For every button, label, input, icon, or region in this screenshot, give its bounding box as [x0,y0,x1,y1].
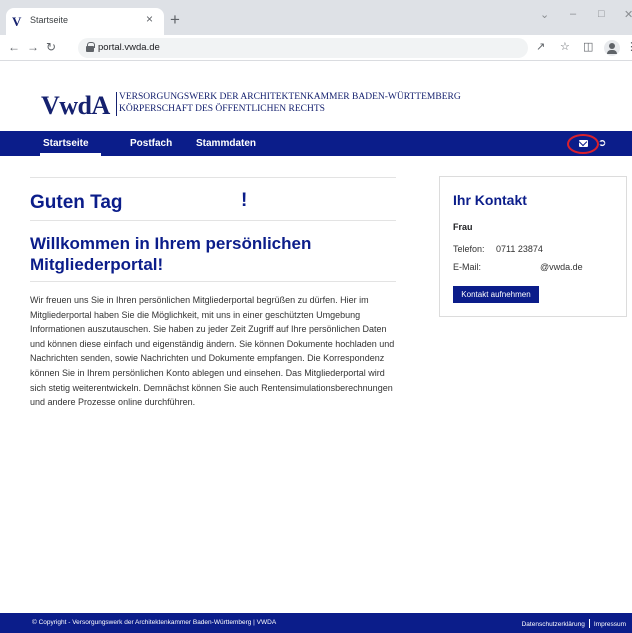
close-window-icon[interactable]: ✕ [624,8,632,21]
intro-text: Wir freuen uns Sie in Ihren persönlichen… [30,295,395,408]
back-arrow-icon[interactable]: ← [8,40,20,54]
forward-arrow-icon[interactable]: → [27,40,39,54]
nav-item-postfach[interactable]: Postfach [130,138,172,149]
star-icon[interactable]: ☆ [560,40,570,53]
footer-links: Datenschutzerklärung Impressum [522,619,626,628]
greeting-heading: Guten Tag [30,192,123,213]
browser-toolbar: ← → ↻ portal.vwda.de ↗ ☆ ◫ ⋮ [0,35,632,61]
tab-favicon: V [12,14,22,29]
lock-icon[interactable] [86,42,95,52]
logo-line-1: VERSORGUNGSWERK DER ARCHITEKTENKAMMER BA… [119,92,461,102]
main-nav: Startseite Postfach Stammdaten [0,131,632,156]
site-footer: © Copyright - Versorgungswerk der Archit… [0,613,632,633]
nav-active-indicator [40,153,101,156]
footer-separator [588,619,590,628]
menu-icon[interactable]: ⋮ [626,40,632,53]
share-icon[interactable]: ↗ [536,40,545,53]
email-label: E-Mail: [453,262,482,272]
greeting-exclamation: ! [241,190,248,211]
new-tab-icon[interactable]: + [170,10,180,30]
address-bar[interactable]: portal.vwda.de [78,38,528,58]
footer-privacy-link[interactable]: Datenschutzerklärung [522,621,585,628]
welcome-heading: Willkommen in Ihrem persönlichen Mitglie… [30,234,312,274]
sidepanel-icon[interactable]: ◫ [583,40,593,53]
minimize-icon[interactable]: – [570,8,576,20]
footer-copyright: © Copyright - Versorgungswerk der Archit… [32,619,277,626]
email-value[interactable]: @vwda.de [540,262,583,272]
contact-button[interactable]: Kontakt aufnehmen [453,286,539,303]
logo-line-2: KÖRPERSCHAFT DES ÖFFENTLICHEN RECHTS [119,104,325,114]
nav-item-stammdaten[interactable]: Stammdaten [196,138,256,149]
logout-icon[interactable]: ➲ [598,138,606,149]
tab-title: Startseite [30,15,69,25]
divider-greeting [30,220,396,221]
reload-icon[interactable]: ↻ [46,40,56,54]
maximize-icon[interactable]: □ [598,8,605,20]
footer-imprint-link[interactable]: Impressum [594,621,626,628]
highlight-circle [567,134,599,154]
divider-welcome [30,281,396,282]
address-url[interactable]: portal.vwda.de [98,42,160,53]
tab-search-chevron-icon[interactable]: ⌄ [540,8,549,21]
contact-name: Frau [453,222,473,232]
contact-card: Ihr Kontakt Frau Telefon: 0711 23874 E-M… [439,176,627,317]
logo-mark: VwdA [41,91,110,120]
browser-tab[interactable]: V Startseite × [6,8,164,35]
phone-value: 0711 23874 [496,244,543,254]
tab-close-icon[interactable]: × [146,12,153,26]
contact-title: Ihr Kontakt [453,192,527,208]
divider-top [30,177,396,178]
profile-icon[interactable] [604,40,620,56]
logo-divider [116,92,117,116]
phone-label: Telefon: [453,244,485,254]
nav-item-startseite[interactable]: Startseite [43,138,89,149]
browser-tabstrip: V Startseite × + ⌄ – □ ✕ [0,0,632,35]
